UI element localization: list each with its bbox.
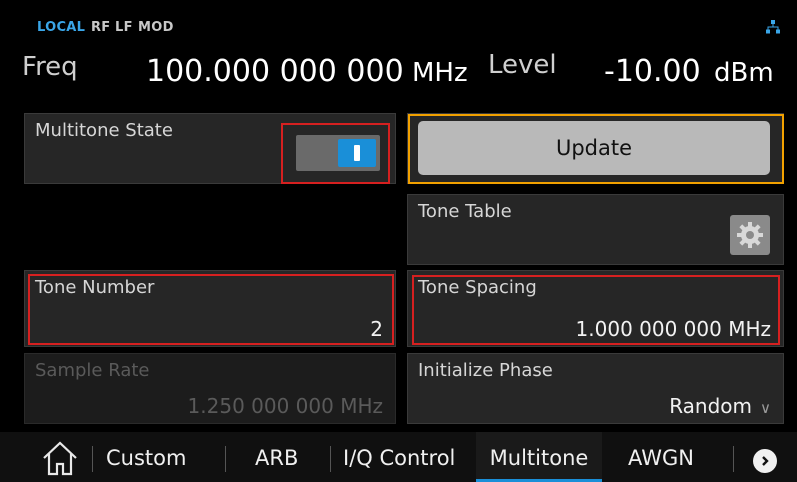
nav-custom[interactable]: Custom <box>106 446 186 470</box>
chevron-down-icon: ∨ <box>760 399 771 417</box>
initialize-phase-value: Random <box>669 394 753 418</box>
freq-level-row: Freq 100.000 000 000 MHz Level -10.00 dB… <box>0 40 797 100</box>
status-bar: LOCAL RF LF MOD <box>0 0 797 38</box>
toggle-on-indicator <box>354 145 360 161</box>
home-icon <box>43 441 77 476</box>
nav-separator <box>330 446 331 472</box>
nav-iq-control[interactable]: I/Q Control <box>343 446 455 470</box>
freq-label: Freq <box>22 52 78 82</box>
chevron-right-icon <box>762 456 769 466</box>
multitone-state-toggle[interactable] <box>296 135 380 171</box>
nav-separator <box>225 446 226 472</box>
level-value[interactable]: -10.00 <box>604 54 701 89</box>
bottom-nav: Custom ARB I/Q Control Multitone AWGN <box>0 432 797 482</box>
status-mod: MOD <box>138 20 174 35</box>
initialize-phase-panel[interactable]: Initialize Phase Random ∨ <box>407 353 784 424</box>
initialize-phase-dropdown[interactable]: Random ∨ <box>669 394 771 418</box>
sample-rate-panel: Sample Rate 1.250 000 000 MHz <box>24 353 396 424</box>
toggle-knob <box>338 139 376 167</box>
initialize-phase-label: Initialize Phase <box>418 360 553 381</box>
status-local: LOCAL <box>37 20 86 35</box>
multitone-state-label: Multitone State <box>35 120 173 141</box>
nav-multitone[interactable]: Multitone <box>476 432 602 482</box>
nav-awgn[interactable]: AWGN <box>628 446 694 470</box>
home-button[interactable] <box>40 440 80 476</box>
sample-rate-label: Sample Rate <box>35 360 150 381</box>
tone-table-settings-button[interactable] <box>730 215 770 255</box>
nav-separator <box>733 446 734 472</box>
level-unit: dBm <box>714 58 774 88</box>
nav-separator <box>92 446 93 472</box>
freq-value[interactable]: 100.000 000 000 <box>146 54 404 89</box>
gear-icon <box>737 222 763 248</box>
network-icon <box>766 20 780 34</box>
tone-table-label: Tone Table <box>418 201 512 222</box>
tone-number-focus-frame <box>28 274 394 345</box>
nav-arb[interactable]: ARB <box>255 446 298 470</box>
freq-unit: MHz <box>412 58 468 88</box>
update-button[interactable]: Update <box>418 121 770 175</box>
nav-next-button[interactable] <box>753 449 777 473</box>
level-label: Level <box>488 50 557 80</box>
tone-spacing-focus-frame <box>412 275 780 345</box>
status-lf: LF <box>115 20 133 35</box>
tone-table-panel[interactable]: Tone Table <box>407 194 784 265</box>
status-rf: RF <box>91 20 111 35</box>
sample-rate-value: 1.250 000 000 MHz <box>187 394 383 418</box>
